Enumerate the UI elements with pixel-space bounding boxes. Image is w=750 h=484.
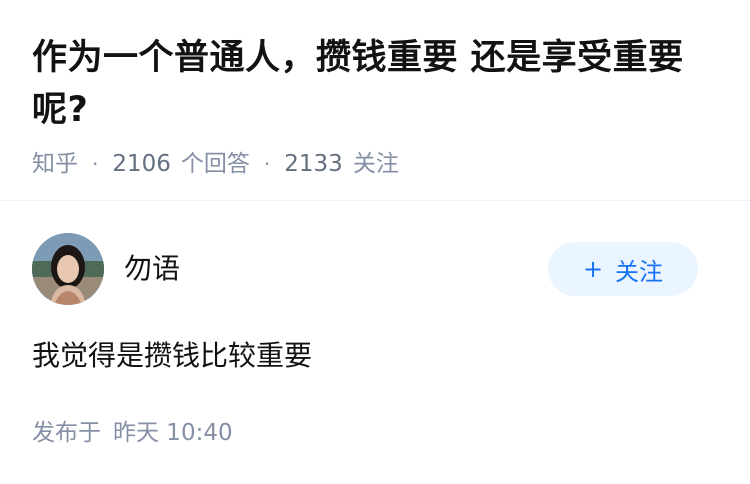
question-header: 作为一个普通人，攒钱重要 还是享受重要呢? 知乎 · 2106 个回答 · 21…: [32, 32, 712, 179]
follower-count-label: 关注: [352, 151, 399, 177]
author-name[interactable]: 勿语: [124, 251, 180, 287]
user-photo-avatar-icon: [32, 233, 104, 305]
answer-count: 2106: [112, 151, 171, 177]
avatar[interactable]: [32, 233, 104, 305]
meta-separator: ·: [92, 152, 99, 176]
answer-content[interactable]: 我觉得是攒钱比较重要: [32, 337, 312, 375]
answer-count-label: 个回答: [180, 151, 250, 177]
answer-page: 作为一个普通人，攒钱重要 还是享受重要呢? 知乎 · 2106 个回答 · 21…: [0, 0, 750, 484]
meta-separator: ·: [263, 152, 271, 176]
section-divider: [0, 200, 750, 201]
question-meta: 知乎 · 2106 个回答 · 2133 关注: [32, 149, 712, 179]
answer-publish-info: 发布于 昨天 10:40: [32, 418, 233, 448]
follow-button-label: 关注: [615, 257, 664, 286]
source-label[interactable]: 知乎: [32, 149, 78, 179]
question-title[interactable]: 作为一个普通人，攒钱重要 还是享受重要呢?: [32, 32, 712, 136]
author-row: 勿语 + 关注: [32, 233, 698, 307]
follower-count: 2133: [284, 151, 343, 177]
published-time: 昨天 10:40: [113, 420, 233, 446]
published-label: 发布于: [32, 420, 101, 446]
plus-icon: +: [582, 255, 604, 283]
follow-button[interactable]: + 关注: [548, 242, 698, 296]
